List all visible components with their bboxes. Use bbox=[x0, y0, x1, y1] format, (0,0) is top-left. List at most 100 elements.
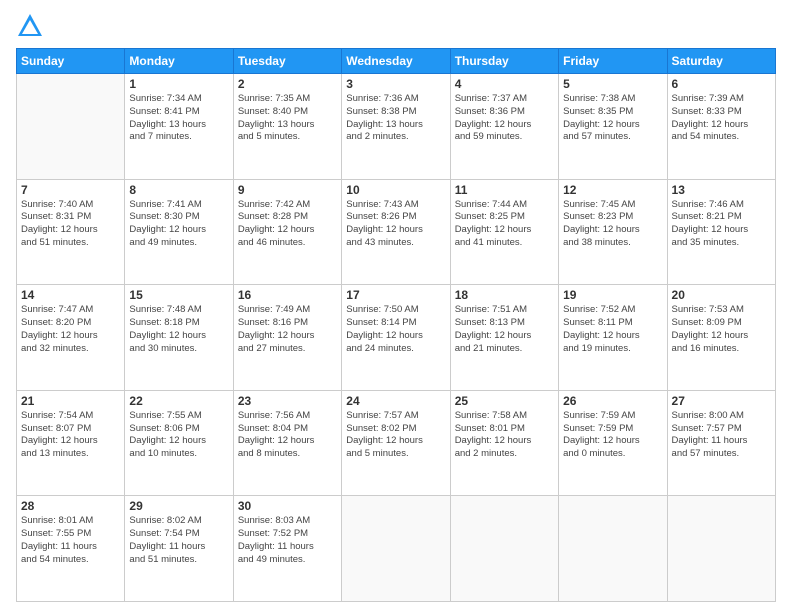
calendar-cell: 4 Sunrise: 7:37 AM Sunset: 8:36 PM Daylig… bbox=[450, 74, 558, 180]
calendar-cell bbox=[450, 496, 558, 602]
day-number: 22 bbox=[129, 394, 228, 408]
day-info: Sunrise: 7:37 AM Sunset: 8:36 PM Dayligh… bbox=[455, 93, 554, 144]
day-number: 1 bbox=[129, 77, 228, 91]
day-number: 12 bbox=[563, 183, 662, 197]
logo-icon bbox=[16, 12, 44, 40]
calendar-cell: 7 Sunrise: 7:40 AM Sunset: 8:31 PM Daylig… bbox=[17, 179, 125, 285]
calendar-cell: 24Sunrise: 7:57 AM Sunset: 8:02 PM Dayli… bbox=[342, 390, 450, 496]
week-row-5: 28 Sunrise: 8:01 AM Sunset: 7:55 PM Dayli… bbox=[17, 496, 776, 602]
day-info: Sunrise: 7:46 AM Sunset: 8:21 PM Dayligh… bbox=[672, 199, 771, 250]
week-row-4: 21 Sunrise: 7:54 AM Sunset: 8:07 PM Dayli… bbox=[17, 390, 776, 496]
calendar-cell bbox=[559, 496, 667, 602]
day-number: 8 bbox=[129, 183, 228, 197]
weekday-header-monday: Monday bbox=[125, 49, 233, 74]
weekday-header-friday: Friday bbox=[559, 49, 667, 74]
weekday-header-sunday: Sunday bbox=[17, 49, 125, 74]
day-info: Sunrise: 7:45 AM Sunset: 8:23 PM Dayligh… bbox=[563, 199, 662, 250]
day-info: Sunrise: 7:49 AM Sunset: 8:16 PM Dayligh… bbox=[238, 304, 337, 355]
day-number: 4 bbox=[455, 77, 554, 91]
day-number: 7 bbox=[21, 183, 120, 197]
day-number: 28 bbox=[21, 499, 120, 513]
day-info: Sunrise: 8:02 AM Sunset: 7:54 PM Dayligh… bbox=[129, 515, 228, 566]
calendar-cell: 21 Sunrise: 7:54 AM Sunset: 8:07 PM Dayli… bbox=[17, 390, 125, 496]
day-number: 18 bbox=[455, 288, 554, 302]
logo bbox=[16, 12, 50, 40]
day-number: 13 bbox=[672, 183, 771, 197]
day-info: Sunrise: 7:54 AM Sunset: 8:07 PM Dayligh… bbox=[21, 410, 120, 461]
calendar-cell: 6 Sunrise: 7:39 AM Sunset: 8:33 PM Daylig… bbox=[667, 74, 775, 180]
calendar-cell: 10 Sunrise: 7:43 AM Sunset: 8:26 PM Dayli… bbox=[342, 179, 450, 285]
day-number: 26 bbox=[563, 394, 662, 408]
calendar-cell: 19 Sunrise: 7:52 AM Sunset: 8:11 PM Dayli… bbox=[559, 285, 667, 391]
calendar-cell: 20Sunrise: 7:53 AM Sunset: 8:09 PM Dayli… bbox=[667, 285, 775, 391]
calendar-cell bbox=[342, 496, 450, 602]
day-number: 10 bbox=[346, 183, 445, 197]
day-info: Sunrise: 8:03 AM Sunset: 7:52 PM Dayligh… bbox=[238, 515, 337, 566]
calendar-cell: 18 Sunrise: 7:51 AM Sunset: 8:13 PM Dayli… bbox=[450, 285, 558, 391]
day-info: Sunrise: 7:57 AM Sunset: 8:02 PM Dayligh… bbox=[346, 410, 445, 461]
day-info: Sunrise: 7:44 AM Sunset: 8:25 PM Dayligh… bbox=[455, 199, 554, 250]
day-number: 3 bbox=[346, 77, 445, 91]
week-row-3: 14 Sunrise: 7:47 AM Sunset: 8:20 PM Dayli… bbox=[17, 285, 776, 391]
calendar-cell: 26 Sunrise: 7:59 AM Sunset: 7:59 PM Dayli… bbox=[559, 390, 667, 496]
day-number: 27 bbox=[672, 394, 771, 408]
week-row-2: 7 Sunrise: 7:40 AM Sunset: 8:31 PM Daylig… bbox=[17, 179, 776, 285]
day-info: Sunrise: 7:59 AM Sunset: 7:59 PM Dayligh… bbox=[563, 410, 662, 461]
day-info: Sunrise: 7:35 AM Sunset: 8:40 PM Dayligh… bbox=[238, 93, 337, 144]
calendar-cell bbox=[17, 74, 125, 180]
day-info: Sunrise: 8:01 AM Sunset: 7:55 PM Dayligh… bbox=[21, 515, 120, 566]
day-number: 6 bbox=[672, 77, 771, 91]
calendar-cell: 22Sunrise: 7:55 AM Sunset: 8:06 PM Dayli… bbox=[125, 390, 233, 496]
calendar-cell: 28 Sunrise: 8:01 AM Sunset: 7:55 PM Dayli… bbox=[17, 496, 125, 602]
day-info: Sunrise: 7:47 AM Sunset: 8:20 PM Dayligh… bbox=[21, 304, 120, 355]
weekday-header-wednesday: Wednesday bbox=[342, 49, 450, 74]
day-number: 29 bbox=[129, 499, 228, 513]
calendar-cell: 29 Sunrise: 8:02 AM Sunset: 7:54 PM Dayli… bbox=[125, 496, 233, 602]
day-info: Sunrise: 8:00 AM Sunset: 7:57 PM Dayligh… bbox=[672, 410, 771, 461]
calendar-cell: 25 Sunrise: 7:58 AM Sunset: 8:01 PM Dayli… bbox=[450, 390, 558, 496]
day-info: Sunrise: 7:48 AM Sunset: 8:18 PM Dayligh… bbox=[129, 304, 228, 355]
weekday-header-tuesday: Tuesday bbox=[233, 49, 341, 74]
day-number: 25 bbox=[455, 394, 554, 408]
day-info: Sunrise: 7:40 AM Sunset: 8:31 PM Dayligh… bbox=[21, 199, 120, 250]
day-number: 17 bbox=[346, 288, 445, 302]
calendar-cell bbox=[667, 496, 775, 602]
weekday-header-saturday: Saturday bbox=[667, 49, 775, 74]
calendar-cell: 15 Sunrise: 7:48 AM Sunset: 8:18 PM Dayli… bbox=[125, 285, 233, 391]
calendar-cell: 27 Sunrise: 8:00 AM Sunset: 7:57 PM Dayli… bbox=[667, 390, 775, 496]
day-info: Sunrise: 7:43 AM Sunset: 8:26 PM Dayligh… bbox=[346, 199, 445, 250]
calendar-cell: 9 Sunrise: 7:42 AM Sunset: 8:28 PM Daylig… bbox=[233, 179, 341, 285]
calendar-cell: 12 Sunrise: 7:45 AM Sunset: 8:23 PM Dayli… bbox=[559, 179, 667, 285]
calendar-table: SundayMondayTuesdayWednesdayThursdayFrid… bbox=[16, 48, 776, 602]
calendar-cell: 2 Sunrise: 7:35 AM Sunset: 8:40 PM Daylig… bbox=[233, 74, 341, 180]
day-number: 19 bbox=[563, 288, 662, 302]
day-number: 2 bbox=[238, 77, 337, 91]
day-info: Sunrise: 7:42 AM Sunset: 8:28 PM Dayligh… bbox=[238, 199, 337, 250]
calendar-cell: 17 Sunrise: 7:50 AM Sunset: 8:14 PM Dayli… bbox=[342, 285, 450, 391]
day-number: 15 bbox=[129, 288, 228, 302]
day-number: 20 bbox=[672, 288, 771, 302]
calendar-cell: 1 Sunrise: 7:34 AM Sunset: 8:41 PM Daylig… bbox=[125, 74, 233, 180]
day-info: Sunrise: 7:56 AM Sunset: 8:04 PM Dayligh… bbox=[238, 410, 337, 461]
calendar-cell: 3Sunrise: 7:36 AM Sunset: 8:38 PM Daylig… bbox=[342, 74, 450, 180]
day-info: Sunrise: 7:39 AM Sunset: 8:33 PM Dayligh… bbox=[672, 93, 771, 144]
day-info: Sunrise: 7:34 AM Sunset: 8:41 PM Dayligh… bbox=[129, 93, 228, 144]
calendar-cell: 5 Sunrise: 7:38 AM Sunset: 8:35 PM Daylig… bbox=[559, 74, 667, 180]
calendar-cell: 8Sunrise: 7:41 AM Sunset: 8:30 PM Daylig… bbox=[125, 179, 233, 285]
weekday-header-row: SundayMondayTuesdayWednesdayThursdayFrid… bbox=[17, 49, 776, 74]
day-info: Sunrise: 7:52 AM Sunset: 8:11 PM Dayligh… bbox=[563, 304, 662, 355]
day-info: Sunrise: 7:58 AM Sunset: 8:01 PM Dayligh… bbox=[455, 410, 554, 461]
day-info: Sunrise: 7:51 AM Sunset: 8:13 PM Dayligh… bbox=[455, 304, 554, 355]
calendar-cell: 23 Sunrise: 7:56 AM Sunset: 8:04 PM Dayli… bbox=[233, 390, 341, 496]
week-row-1: 1 Sunrise: 7:34 AM Sunset: 8:41 PM Daylig… bbox=[17, 74, 776, 180]
day-number: 16 bbox=[238, 288, 337, 302]
page: SundayMondayTuesdayWednesdayThursdayFrid… bbox=[0, 0, 792, 612]
day-number: 9 bbox=[238, 183, 337, 197]
day-number: 14 bbox=[21, 288, 120, 302]
day-info: Sunrise: 7:50 AM Sunset: 8:14 PM Dayligh… bbox=[346, 304, 445, 355]
day-number: 21 bbox=[21, 394, 120, 408]
day-info: Sunrise: 7:38 AM Sunset: 8:35 PM Dayligh… bbox=[563, 93, 662, 144]
calendar-cell: 11Sunrise: 7:44 AM Sunset: 8:25 PM Dayli… bbox=[450, 179, 558, 285]
day-number: 23 bbox=[238, 394, 337, 408]
day-number: 5 bbox=[563, 77, 662, 91]
